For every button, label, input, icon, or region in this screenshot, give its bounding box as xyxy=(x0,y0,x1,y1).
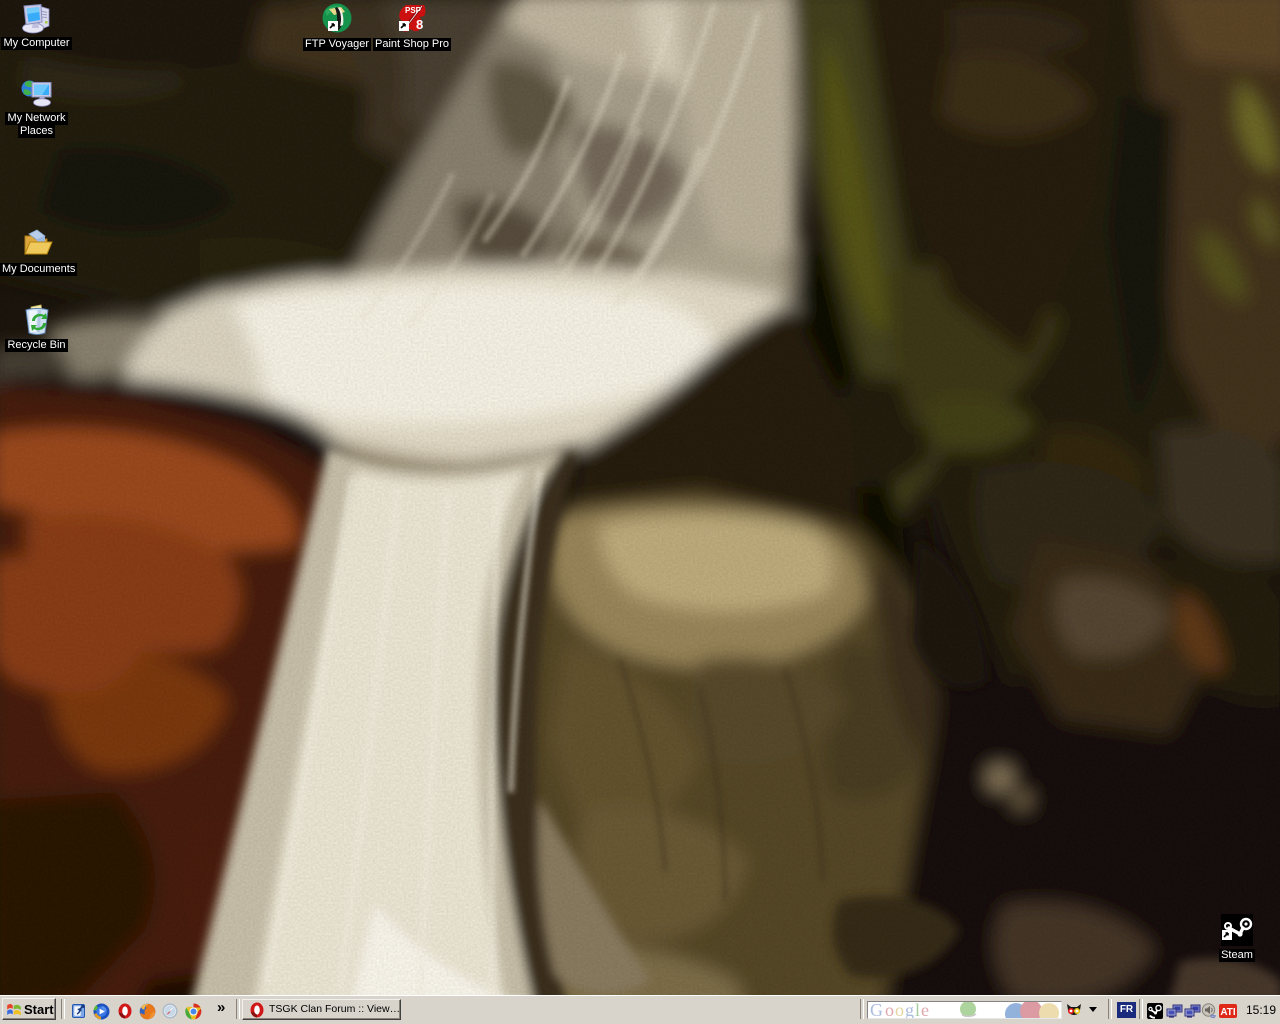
svg-text:o: o xyxy=(885,1002,895,1018)
svg-text:g: g xyxy=(905,1002,915,1018)
svg-text:ATI: ATI xyxy=(1220,1007,1236,1018)
svg-text:o: o xyxy=(895,1002,905,1018)
svg-text:G: G xyxy=(870,1002,884,1018)
svg-text:PSP: PSP xyxy=(405,6,422,15)
svg-text:8: 8 xyxy=(416,17,423,32)
svg-text:e: e xyxy=(921,1002,930,1018)
